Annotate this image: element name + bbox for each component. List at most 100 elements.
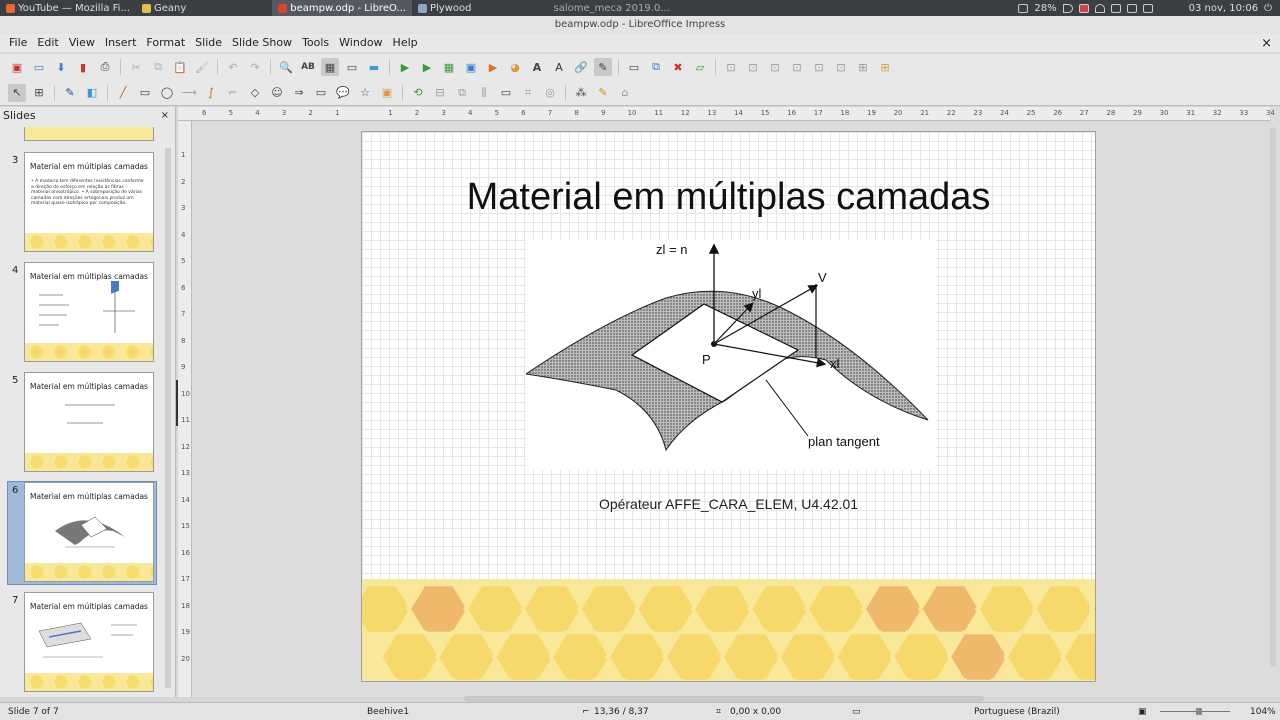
slides-pane-scrollbar[interactable] <box>165 148 171 688</box>
taskbar-item-geany[interactable]: Geany <box>136 0 192 16</box>
zoom-pan-icon[interactable]: ⊞ <box>30 84 48 102</box>
group-icon[interactable]: ⊞ <box>854 58 872 76</box>
points-icon[interactable]: ⁂ <box>572 84 590 102</box>
taskbar-item-impress[interactable]: beampw.odp - LibreO... <box>272 0 412 16</box>
block-arrows-icon[interactable]: ⇒ <box>290 84 308 102</box>
symbol-shapes-icon[interactable]: ☺ <box>268 84 286 102</box>
filter-icon[interactable]: ◎ <box>541 84 559 102</box>
start-current-slide-icon[interactable]: ▶ <box>418 58 436 76</box>
power-icon[interactable]: ⏻ <box>1264 3 1272 14</box>
slide-thumb-partial[interactable] <box>24 127 154 141</box>
volume-icon[interactable] <box>1062 3 1073 13</box>
align-left-icon[interactable]: ⊡ <box>722 58 740 76</box>
clipboard-icon[interactable] <box>1110 3 1121 13</box>
arrange-icon[interactable]: ⧉ <box>453 84 471 102</box>
menu-edit[interactable]: Edit <box>32 34 63 52</box>
align-middle-icon[interactable]: ⊡ <box>810 58 828 76</box>
cut-icon[interactable]: ✂ <box>127 58 145 76</box>
lines-arrows-icon[interactable]: ⟶ <box>180 84 198 102</box>
3d-objects-icon[interactable]: ▣ <box>378 84 396 102</box>
fontwork-icon[interactable]: A <box>550 58 568 76</box>
new-icon[interactable]: ▣ <box>8 58 26 76</box>
paste-icon[interactable]: 📋 <box>171 58 189 76</box>
align-right-icon[interactable]: ⊡ <box>766 58 784 76</box>
vertical-scrollbar[interactable] <box>1270 127 1276 667</box>
ellipse-icon[interactable]: ◯ <box>158 84 176 102</box>
menu-slide-show[interactable]: Slide Show <box>227 34 297 52</box>
distribute-icon[interactable]: ⫼ <box>475 84 493 102</box>
fit-slide-icon[interactable]: ▣ <box>1138 707 1147 717</box>
find-replace-icon[interactable]: 🔍 <box>277 58 295 76</box>
display-views-icon[interactable]: ▭ <box>343 58 361 76</box>
align-bottom-icon[interactable]: ⊡ <box>832 58 850 76</box>
menu-slide[interactable]: Slide <box>190 34 227 52</box>
master-slide-name[interactable]: Beehive1 <box>367 707 409 717</box>
rectangle-icon[interactable]: ▭ <box>136 84 154 102</box>
toggle-extrusion-icon[interactable]: ⌂ <box>616 84 634 102</box>
figure-caption[interactable]: Opérateur AFFE_CARA_ELEM, U4.42.01 <box>362 496 1095 512</box>
table-icon[interactable]: ▦ <box>440 58 458 76</box>
clone-formatting-icon[interactable]: 🖌 <box>193 58 211 76</box>
taskbar-item-youtube[interactable]: YouTube — Mozilla Fi... <box>0 0 136 16</box>
menu-file[interactable]: File <box>4 34 32 52</box>
grid-icon[interactable]: ▦ <box>321 58 339 76</box>
menu-insert[interactable]: Insert <box>100 34 142 52</box>
clock[interactable]: 03 nov, 10:06 <box>1189 3 1258 14</box>
line-color-icon[interactable]: ✎ <box>61 84 79 102</box>
taskbar-item-salome[interactable]: salome_meca 2019.0... <box>547 0 675 16</box>
show-draw-functions-icon[interactable]: ✎ <box>594 58 612 76</box>
tangent-plane-figure[interactable]: zl = n V yl xl P plan tangent <box>524 240 936 470</box>
delete-slide-icon[interactable]: ✖ <box>669 58 687 76</box>
horizontal-ruler[interactable]: 6 5 4 3 2 1 1 2 3 4 5 6 7 8 9 10 11 12 13 14 15 16 17 18 19 20 21 2… <box>178 107 1275 121</box>
start-first-slide-icon[interactable]: ▶ <box>396 58 414 76</box>
slide-title[interactable]: Material em múltiplas camadas <box>362 176 1095 219</box>
duplicate-slide-icon[interactable]: ⧉ <box>647 58 665 76</box>
align-center-icon[interactable]: ⊡ <box>744 58 762 76</box>
open-icon[interactable]: ▭ <box>30 58 48 76</box>
callouts-icon[interactable]: 💬 <box>334 84 352 102</box>
line-icon[interactable]: ╱ <box>114 84 132 102</box>
copy-icon[interactable]: ⧉ <box>149 58 167 76</box>
menu-tools[interactable]: Tools <box>297 34 334 52</box>
media-icon[interactable]: ▶ <box>484 58 502 76</box>
record-icon[interactable] <box>1078 3 1089 13</box>
ungroup-icon[interactable]: ⊞ <box>876 58 894 76</box>
hyperlink-icon[interactable]: 🔗 <box>572 58 590 76</box>
shadow-icon[interactable]: ▭ <box>497 84 515 102</box>
language[interactable]: Portuguese (Brazil) <box>974 707 1060 717</box>
chart-icon[interactable]: ◕ <box>506 58 524 76</box>
slide-layout-icon[interactable]: ▱ <box>691 58 709 76</box>
transformations-icon[interactable]: ⟲ <box>409 84 427 102</box>
select-icon[interactable]: ↖ <box>8 83 26 102</box>
zoom-slider-handle[interactable] <box>1196 708 1202 715</box>
curves-icon[interactable]: ∫ <box>202 84 220 102</box>
slide-canvas[interactable]: Material em múltiplas camadas zl = n V y… <box>361 131 1096 682</box>
fill-color-icon[interactable]: ◧ <box>83 84 101 102</box>
connectors-icon[interactable]: ⌐ <box>224 84 242 102</box>
redo-icon[interactable]: ↷ <box>246 58 264 76</box>
battery-icon[interactable] <box>1018 3 1029 13</box>
menu-format[interactable]: Format <box>141 34 190 52</box>
flowchart-icon[interactable]: ▭ <box>312 84 330 102</box>
spelling-icon[interactable]: AB <box>299 58 317 76</box>
basic-shapes-icon[interactable]: ◇ <box>246 84 264 102</box>
zoom-slider[interactable] <box>1160 711 1230 712</box>
align-top-icon[interactable]: ⊡ <box>788 58 806 76</box>
glue-points-icon[interactable]: ✎ <box>594 84 612 102</box>
print-icon[interactable]: ⎙ <box>96 58 114 76</box>
textbox-icon[interactable]: A <box>528 58 546 76</box>
align-objects-icon[interactable]: ⊟ <box>431 84 449 102</box>
taskbar-item-plywood[interactable]: Plywood <box>412 0 478 16</box>
menu-window[interactable]: Window <box>334 34 387 52</box>
new-slide-icon[interactable]: ▭ <box>625 58 643 76</box>
export-pdf-icon[interactable]: ▮ <box>74 58 92 76</box>
image-icon[interactable]: ▣ <box>462 58 480 76</box>
close-document-icon[interactable]: × <box>1261 36 1272 51</box>
crop-icon[interactable]: ⌗ <box>519 84 537 102</box>
vertical-ruler[interactable]: 1 2 3 4 5 6 7 8 9 10 11 12 13 14 15 16 17 18 19 20 <box>178 121 192 697</box>
wifi-icon[interactable] <box>1094 3 1105 13</box>
zoom-level[interactable]: 104% <box>1250 707 1276 717</box>
menu-view[interactable]: View <box>64 34 100 52</box>
undo-icon[interactable]: ↶ <box>224 58 242 76</box>
update-icon[interactable] <box>1142 3 1153 13</box>
